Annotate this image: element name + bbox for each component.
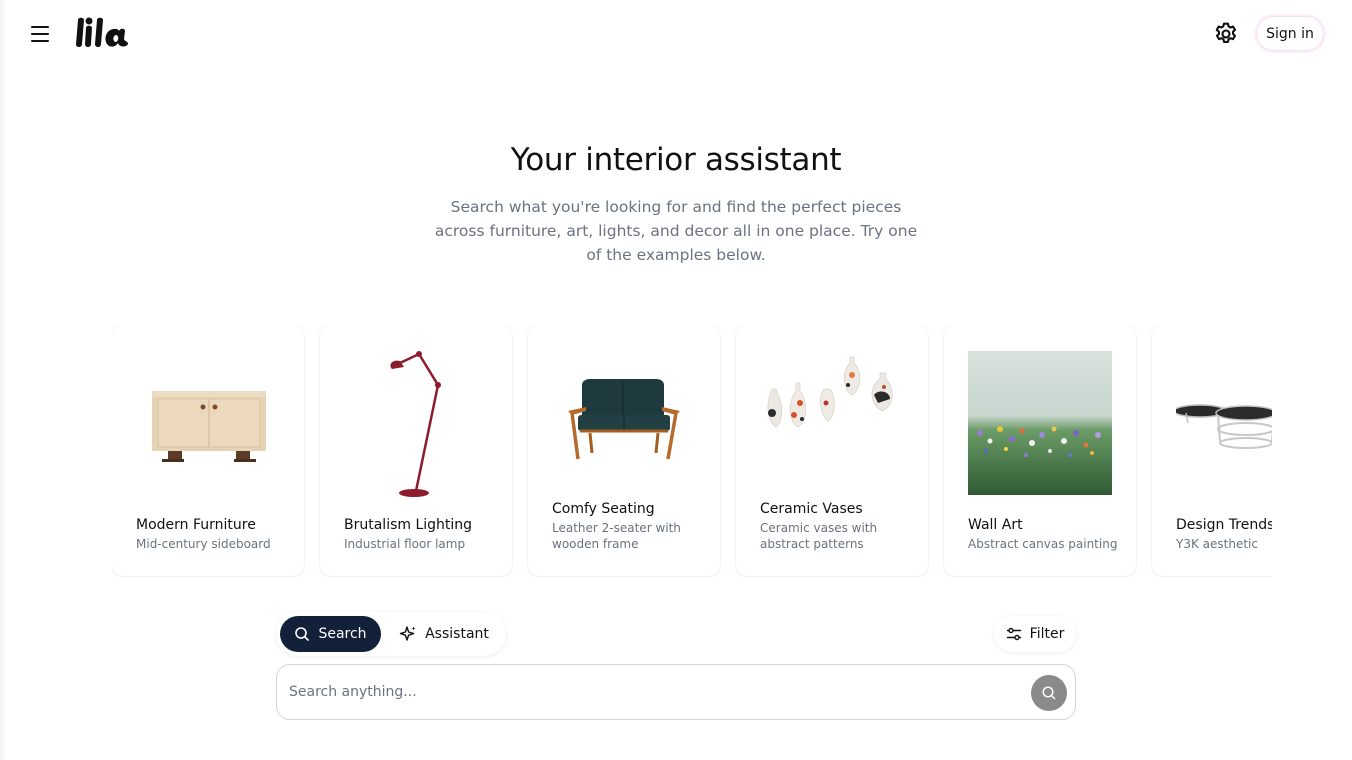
hamburger-line — [31, 40, 49, 42]
example-card-design-trends[interactable]: Design Trends Y3K aesthetic — [1152, 325, 1272, 576]
search-input[interactable] — [289, 679, 1019, 705]
sliders-icon — [1006, 627, 1021, 641]
logo[interactable] — [72, 14, 134, 54]
example-title: Wall Art — [968, 517, 1023, 533]
sparkle-icon — [399, 626, 416, 641]
example-desc: Y3K aesthetic — [1176, 537, 1258, 551]
chrome-tables-image — [1176, 404, 1272, 449]
example-card-ceramic-vases[interactable]: Ceramic Vases Ceramic vases with abstrac… — [736, 325, 928, 576]
hamburger-line — [31, 33, 49, 35]
example-desc: Ceramic vases with abstract patterns — [760, 521, 878, 551]
search-bar — [276, 664, 1076, 720]
example-title: Design Trends — [1176, 517, 1272, 533]
filter-label: Filter — [1029, 626, 1065, 642]
sideboard-image — [152, 391, 266, 462]
assistant-mode-label: Assistant — [425, 626, 489, 642]
example-card-brutalism-lighting[interactable]: Brutalism Lighting Industrial floor lamp — [320, 325, 512, 576]
example-title: Modern Furniture — [136, 517, 256, 533]
mode-toggle: Search Assistant — [276, 612, 506, 656]
example-title: Brutalism Lighting — [344, 517, 473, 533]
settings-gear-icon[interactable] — [1212, 20, 1240, 48]
sign-in-button[interactable]: Sign in — [1256, 16, 1324, 51]
menu-button[interactable] — [26, 20, 54, 48]
hamburger-menu-icon — [31, 26, 49, 28]
example-title: Comfy Seating — [552, 501, 655, 517]
painting-image — [968, 351, 1112, 495]
search-mode-button[interactable]: Search — [280, 616, 381, 652]
example-card-wall-art[interactable]: Wall Art Abstract canvas painting — [944, 325, 1136, 576]
floor-lamp-image — [390, 351, 441, 497]
search-submit-button[interactable] — [1031, 675, 1067, 711]
search-icon — [295, 627, 310, 641]
loveseat-image — [568, 379, 680, 460]
page-subtitle: Search what you're looking for and find … — [434, 198, 918, 264]
example-desc: Mid-century sideboard — [136, 537, 271, 551]
top-bar: Sign in — [0, 0, 1352, 68]
example-title: Ceramic Vases — [760, 501, 863, 517]
examples-carousel[interactable]: Modern Furniture Mid-century sideboard B… — [112, 325, 1272, 577]
example-card-comfy-seating[interactable]: Comfy Seating Leather 2-seater with wood… — [528, 325, 720, 576]
example-desc: Leather 2-seater with wooden frame — [552, 521, 681, 551]
example-desc: Industrial floor lamp — [344, 537, 466, 551]
vases-image — [767, 356, 893, 428]
search-icon — [1042, 686, 1056, 700]
example-desc: Abstract canvas painting — [968, 537, 1118, 551]
assistant-mode-button[interactable]: Assistant — [388, 616, 500, 652]
filter-button[interactable]: Filter — [994, 616, 1076, 652]
search-mode-label: Search — [318, 626, 367, 642]
page-title: Your interior assistant — [510, 142, 842, 178]
example-card-modern-furniture[interactable]: Modern Furniture Mid-century sideboard — [112, 325, 304, 576]
